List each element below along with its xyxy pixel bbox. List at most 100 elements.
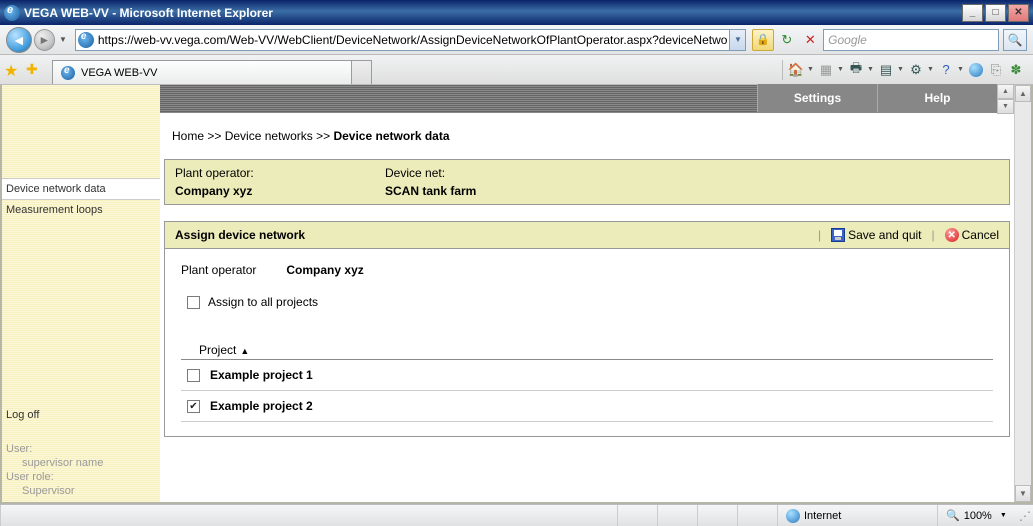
research-icon[interactable]: ⎘	[987, 60, 1005, 80]
project-column-header[interactable]: Project▲	[181, 339, 993, 360]
save-label: Save and quit	[848, 228, 921, 242]
feeds-dropdown[interactable]: ▼	[837, 66, 845, 73]
nav-history-dropdown[interactable]: ▼	[57, 35, 69, 44]
status-cell	[737, 505, 777, 526]
lock-icon[interactable]: 🔒	[752, 29, 774, 51]
logoff-link[interactable]: Log off	[6, 408, 156, 422]
help-icon[interactable]: ?	[937, 60, 955, 80]
role-label: User role:	[6, 470, 156, 484]
device-net-label: Device net:	[385, 166, 445, 180]
project-name: Example project 1	[210, 368, 313, 382]
status-bar: Internet 🔍 100% ▼ ⋰	[0, 504, 1033, 526]
assign-all-checkbox[interactable]	[187, 296, 200, 309]
header-scroll[interactable]: ▲▼	[997, 84, 1014, 114]
window-titlebar: VEGA WEB-VV - Microsoft Internet Explore…	[0, 0, 1033, 25]
role-value: Supervisor	[6, 484, 156, 498]
cancel-icon: ✕	[945, 228, 959, 242]
zone-label: Internet	[804, 510, 841, 522]
command-bar: 🏠▼ ▦▼ 🖶▼ ▤▼ ⚙▼ ?▼ ⎘ ✽	[780, 60, 1029, 80]
zoom-value: 100%	[964, 510, 992, 522]
print-icon[interactable]: 🖶	[847, 60, 865, 80]
new-tab-button[interactable]	[352, 60, 372, 84]
scroll-down-button[interactable]: ▼	[1015, 485, 1031, 502]
browser-tab[interactable]: VEGA WEB-VV	[52, 60, 352, 84]
user-value: supervisor name	[6, 456, 156, 470]
status-cell	[617, 505, 657, 526]
project-checkbox[interactable]: ✔	[187, 400, 200, 413]
url-dropdown[interactable]: ▼	[729, 30, 745, 50]
favorites-icon[interactable]: ★	[4, 61, 22, 79]
scroll-up-button[interactable]: ▲	[1015, 85, 1031, 102]
page-content: VEGA Settings Help ▲▼ Device network dat…	[0, 85, 1033, 504]
search-input[interactable]: Google	[823, 29, 999, 51]
tab-page-icon	[61, 66, 75, 80]
close-button[interactable]: ✕	[1008, 4, 1029, 22]
cancel-label: Cancel	[962, 228, 999, 242]
vertical-scrollbar[interactable]: ▲ ▼	[1014, 85, 1031, 502]
feeds-icon[interactable]: ▦	[817, 60, 835, 80]
project-checkbox[interactable]	[187, 369, 200, 382]
help-dropdown[interactable]: ▼	[957, 66, 965, 73]
device-net-value: SCAN tank farm	[385, 184, 476, 198]
panel-title: Assign device network	[175, 228, 818, 242]
home-icon[interactable]: 🏠	[787, 60, 805, 80]
search-placeholder: Google	[824, 33, 998, 47]
address-bar[interactable]: https://web-vv.vega.com/Web-VV/WebClient…	[75, 29, 747, 51]
ie-icon	[4, 5, 20, 21]
print-dropdown[interactable]: ▼	[867, 66, 875, 73]
settings-button[interactable]: Settings	[757, 84, 877, 112]
tools-icon[interactable]: ⚙	[907, 60, 925, 80]
messenger-icon[interactable]: ✽	[1007, 60, 1025, 80]
sidebar-item-label: Measurement loops	[6, 204, 103, 216]
window-title: VEGA WEB-VV - Microsoft Internet Explore…	[24, 6, 962, 20]
plant-operator-value: Company xyz	[175, 184, 385, 198]
sidebar-item-measurement-loops[interactable]: Measurement loops	[2, 200, 160, 220]
status-message	[0, 505, 617, 526]
breadcrumb-home[interactable]: Home	[172, 129, 204, 143]
page-dropdown[interactable]: ▼	[897, 66, 905, 73]
security-zone[interactable]: Internet	[777, 505, 937, 526]
info-box: Plant operator: Device net: Company xyz …	[164, 159, 1010, 205]
breadcrumb: Home >> Device networks >> Device networ…	[164, 113, 1010, 159]
breadcrumb-current: Device network data	[333, 129, 449, 143]
sidebar-item-label: Device network data	[6, 183, 106, 195]
resize-grip[interactable]: ⋰	[1017, 509, 1033, 523]
home-dropdown[interactable]: ▼	[807, 66, 815, 73]
status-cell	[657, 505, 697, 526]
url-text[interactable]: https://web-vv.vega.com/Web-VV/WebClient…	[96, 33, 730, 47]
globe-icon[interactable]	[967, 60, 985, 80]
plant-operator-label: Plant operator:	[175, 166, 385, 180]
user-label: User:	[6, 442, 156, 456]
panel-plant-operator-label: Plant operator	[181, 263, 256, 277]
sidebar: Device network data Measurement loops Lo…	[2, 85, 160, 502]
project-name: Example project 2	[210, 399, 313, 413]
zoom-control[interactable]: 🔍 100% ▼	[937, 505, 1017, 526]
save-and-quit-button[interactable]: Save and quit	[831, 228, 921, 242]
breadcrumb-device-networks[interactable]: Device networks	[225, 129, 313, 143]
save-icon	[831, 228, 845, 242]
assign-all-label: Assign to all projects	[208, 295, 318, 309]
maximize-button[interactable]: □	[985, 4, 1006, 22]
forward-button[interactable]: ►	[34, 29, 56, 51]
refresh-button[interactable]: ↻	[776, 29, 798, 51]
cancel-button[interactable]: ✕ Cancel	[945, 228, 999, 242]
stop-button[interactable]: ✕	[800, 29, 822, 51]
tools-dropdown[interactable]: ▼	[927, 66, 935, 73]
sort-asc-icon: ▲	[240, 346, 249, 356]
sidebar-item-device-network-data[interactable]: Device network data	[2, 178, 160, 200]
page-icon	[78, 32, 94, 48]
add-favorite-icon[interactable]: ✚	[26, 61, 44, 79]
tab-toolbar: ★ ✚ VEGA WEB-VV 🏠▼ ▦▼ 🖶▼ ▤▼ ⚙▼ ?▼ ⎘ ✽	[0, 55, 1033, 85]
search-button[interactable]: 🔍	[1003, 29, 1027, 51]
main-area: Home >> Device networks >> Device networ…	[160, 85, 1014, 502]
assign-panel: Assign device network | Save and quit | …	[164, 221, 1010, 437]
project-row: ✔ Example project 2	[181, 391, 993, 422]
minimize-button[interactable]: _	[962, 4, 983, 22]
zoom-icon: 🔍	[946, 509, 960, 522]
panel-plant-operator-value: Company xyz	[286, 263, 363, 277]
zone-globe-icon	[786, 509, 800, 523]
page-menu-icon[interactable]: ▤	[877, 60, 895, 80]
help-button[interactable]: Help	[877, 84, 997, 112]
tab-title: VEGA WEB-VV	[81, 67, 157, 79]
back-button[interactable]: ◄	[6, 27, 32, 53]
